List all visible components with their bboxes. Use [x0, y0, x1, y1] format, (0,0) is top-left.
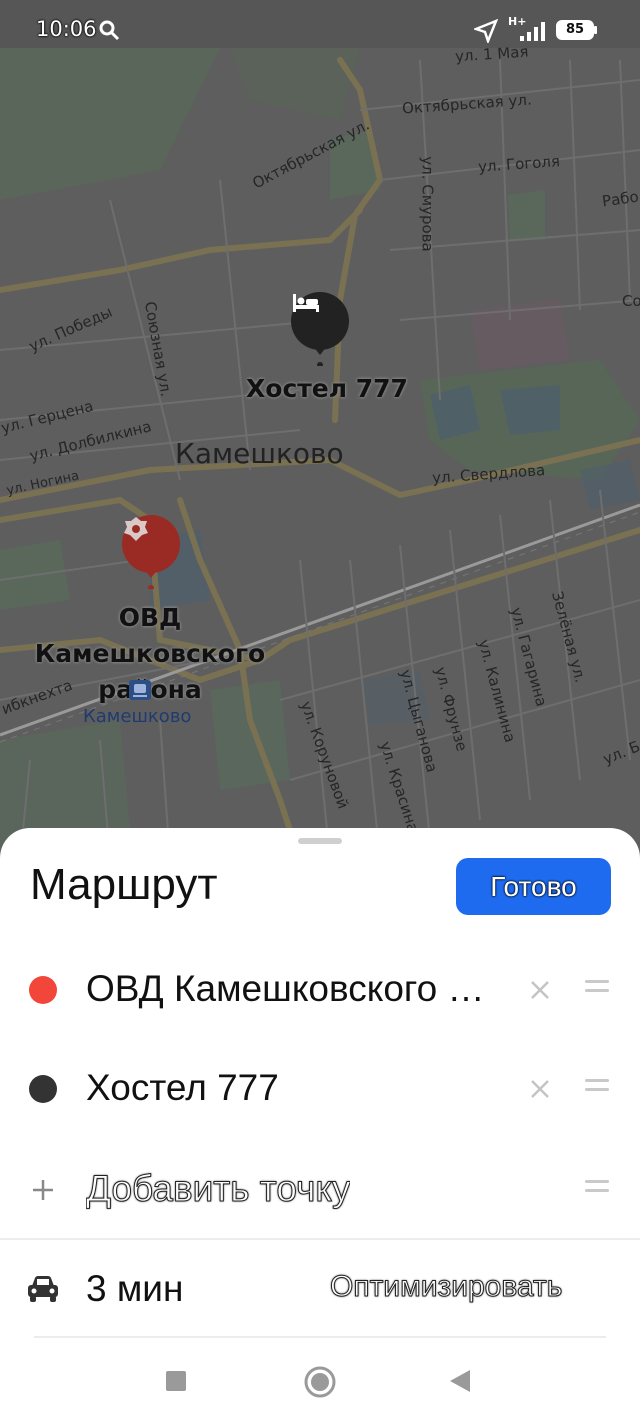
route-point-dot: [29, 976, 57, 1004]
bed-icon: [293, 294, 319, 312]
route-point-label[interactable]: ОВД Камешковского района: [86, 968, 491, 1010]
close-icon[interactable]: [527, 977, 553, 1003]
plus-icon: [33, 1180, 53, 1200]
street-label: Со: [622, 292, 640, 310]
police-badge-icon: [124, 517, 148, 541]
sheet-title: Маршрут: [30, 860, 218, 909]
signal-icon: [520, 22, 545, 41]
optimize-button[interactable]: Оптимизировать: [329, 1270, 562, 1304]
add-point-row[interactable]: Добавить точку: [0, 1140, 640, 1240]
close-icon[interactable]: [527, 1076, 553, 1102]
system-nav-bar: [0, 1350, 640, 1423]
car-icon: [28, 1276, 58, 1302]
route-point-row[interactable]: ОВД Камешковского района: [0, 940, 640, 1040]
screen: ул. 1 Мая Октябрьская ул. Октябрьская ул…: [0, 0, 640, 1423]
divider: [34, 1336, 606, 1338]
sheet-drag-handle[interactable]: [298, 838, 342, 844]
hostel-label[interactable]: Хостел 777: [246, 374, 408, 403]
route-sheet: Маршрут Готово ОВД Камешковского района …: [0, 828, 640, 1423]
street-label: ул. Смурова: [418, 156, 437, 252]
done-button[interactable]: Готово: [456, 858, 611, 915]
location-arrow-icon: [474, 19, 498, 43]
status-bar: 10:06 H+ 85: [0, 0, 640, 48]
drag-handle-icon: [585, 1180, 611, 1202]
train-station-icon: [129, 680, 151, 700]
map-view[interactable]: ул. 1 Мая Октябрьская ул. Октябрьская ул…: [0, 0, 640, 860]
home-icon[interactable]: [303, 1365, 337, 1399]
route-point-dot: [29, 1075, 57, 1103]
route-point-row[interactable]: Хостел 777: [0, 1040, 640, 1140]
hostel-pin[interactable]: [291, 292, 349, 350]
recent-apps-icon[interactable]: [165, 1370, 187, 1392]
back-icon[interactable]: [448, 1369, 472, 1393]
route-point-label[interactable]: Хостел 777: [86, 1067, 279, 1109]
search-icon: [99, 20, 120, 41]
police-pin-tail: [144, 569, 158, 589]
drag-handle-icon[interactable]: [585, 1079, 611, 1101]
route-eta: 3 мин: [86, 1268, 184, 1309]
police-pin[interactable]: [122, 515, 180, 573]
battery-level: 85: [566, 22, 585, 37]
town-label: Камешково: [175, 437, 344, 470]
status-time: 10:06: [36, 17, 97, 41]
add-point-label[interactable]: Добавить точку: [86, 1168, 350, 1210]
station-label[interactable]: Камешково: [83, 706, 191, 727]
divider: [0, 1238, 640, 1240]
hostel-pin-tail: [313, 346, 327, 366]
drag-handle-icon[interactable]: [585, 980, 611, 1002]
